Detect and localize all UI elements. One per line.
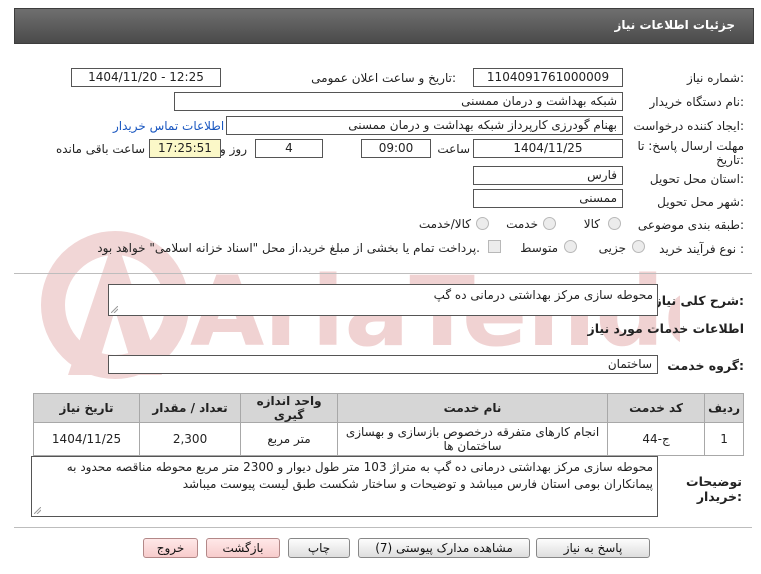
days-remaining-field: 4 bbox=[255, 139, 323, 158]
col-header-code: کد خدمت bbox=[606, 393, 706, 423]
col-header-qty: تعداد / مقدار bbox=[139, 393, 242, 423]
treasury-payment-note: پرداخت تمام یا بخشی از مبلغ خرید،از محل … bbox=[97, 241, 480, 255]
cell-unit: متر مربع bbox=[240, 422, 339, 456]
category-service-label: خدمت bbox=[506, 217, 538, 231]
summary-text: محوطه سازی مرکز بهداشتی درمانی ده گپ bbox=[433, 288, 653, 302]
exit-button[interactable]: خروج bbox=[143, 538, 198, 558]
buyer-notes-label: توضیحات bbox=[686, 474, 742, 489]
col-header-date: تاریخ نیاز bbox=[32, 393, 141, 423]
process-label: نوع فرآیند خرید : bbox=[659, 242, 744, 256]
announce-datetime-field: 1404/11/20 - 12:25 bbox=[71, 68, 221, 87]
days-label: روز و bbox=[220, 142, 247, 156]
buyer-notes-label-2: خریدار: bbox=[696, 489, 742, 504]
announce-label: تاریخ و ساعت اعلان عمومی: bbox=[311, 71, 456, 85]
remaining-time-field: 17:25:51 bbox=[149, 139, 221, 158]
footer-divider bbox=[14, 527, 752, 528]
services-section-title: اطلاعات خدمات مورد نیاز bbox=[587, 321, 745, 336]
treasury-payment-checkbox[interactable] bbox=[488, 240, 501, 253]
deadline-label: مهلت ارسال پاسخ: تا bbox=[637, 139, 744, 153]
print-button[interactable]: چاپ bbox=[288, 538, 350, 558]
deadline-time-field: 09:00 bbox=[361, 139, 431, 158]
reply-button[interactable]: پاسخ به نیاز bbox=[536, 538, 650, 558]
category-label: طبقه بندی موضوعی: bbox=[637, 218, 744, 232]
summary-textarea[interactable]: محوطه سازی مرکز بهداشتی درمانی ده گپ bbox=[108, 284, 658, 316]
attachments-button[interactable]: مشاهده مدارک پیوستی (7) bbox=[358, 538, 530, 558]
service-group-field: ساختمان bbox=[108, 355, 658, 374]
province-label: استان محل تحویل: bbox=[649, 172, 744, 186]
remaining-time-label: ساعت باقی مانده bbox=[55, 142, 145, 156]
process-minor-label: جزیی bbox=[598, 241, 626, 255]
category-service-radio[interactable] bbox=[543, 217, 556, 230]
deadline-label-date: تاریخ: bbox=[716, 153, 744, 167]
city-label: شهر محل تحویل: bbox=[657, 195, 744, 209]
city-field: ممسنی bbox=[473, 189, 623, 208]
page-header: جزئیات اطلاعات نیاز bbox=[14, 8, 754, 44]
need-number-field: 1104091761000009 bbox=[473, 68, 623, 87]
back-button[interactable]: بازگشت bbox=[206, 538, 280, 558]
need-number-label: شماره نیاز: bbox=[686, 71, 744, 85]
deadline-date-field: 1404/11/25 bbox=[473, 139, 623, 158]
deadline-time-label: ساعت bbox=[437, 142, 470, 156]
cell-row: 1 bbox=[704, 422, 744, 456]
cell-date: 1404/11/25 bbox=[32, 422, 141, 456]
cell-code: ج-44 bbox=[606, 422, 706, 456]
cell-qty: 2,300 bbox=[139, 422, 242, 456]
process-medium-label: متوسط bbox=[520, 241, 558, 255]
col-header-row: ردیف bbox=[704, 393, 744, 423]
buyer-notes-textarea[interactable]: محوطه سازی مرکز بهداشتی درمانی ده گپ به … bbox=[31, 456, 658, 517]
col-header-name: نام خدمت bbox=[337, 393, 608, 423]
category-goods-label: کالا bbox=[583, 217, 600, 231]
buyer-org-label: نام دستگاه خریدار: bbox=[649, 95, 745, 109]
table-header-row: ردیف کد خدمت نام خدمت واحد اندازه گیری ت… bbox=[32, 393, 744, 423]
buyer-notes-text: محوطه سازی مرکز بهداشتی درمانی ده گپ به … bbox=[66, 460, 653, 491]
province-field: فارس bbox=[473, 166, 623, 185]
services-table: ردیف کد خدمت نام خدمت واحد اندازه گیری ت… bbox=[32, 393, 744, 456]
section-divider bbox=[14, 273, 752, 274]
cell-name: انجام کارهای متفرقه درخصوص بازسازی و بهس… bbox=[337, 422, 608, 456]
summary-label: شرح کلی نیاز: bbox=[654, 293, 745, 308]
creator-field: بهنام گودرزی کارپرداز شبکه بهداشت و درما… bbox=[226, 116, 623, 135]
buyer-org-field: شبکه بهداشت و درمان ممسنی bbox=[174, 92, 623, 111]
process-minor-radio[interactable] bbox=[632, 240, 645, 253]
service-group-label: گروه خدمت: bbox=[667, 358, 744, 373]
buyer-contact-link[interactable]: اطلاعات تماس خریدار bbox=[113, 119, 224, 133]
page-title: جزئیات اطلاعات نیاز bbox=[614, 18, 735, 32]
category-goods-radio[interactable] bbox=[608, 217, 621, 230]
process-medium-radio[interactable] bbox=[564, 240, 577, 253]
category-goods-service-label: کالا/خدمت bbox=[418, 217, 471, 231]
creator-label: ایجاد کننده درخواست: bbox=[633, 119, 744, 133]
table-row: 1 ج-44 انجام کارهای متفرقه درخصوص بازساز… bbox=[32, 422, 744, 456]
resize-grip-icon[interactable] bbox=[111, 306, 118, 313]
col-header-unit: واحد اندازه گیری bbox=[240, 393, 339, 423]
resize-grip-icon[interactable] bbox=[34, 507, 41, 514]
category-goods-service-radio[interactable] bbox=[476, 217, 489, 230]
